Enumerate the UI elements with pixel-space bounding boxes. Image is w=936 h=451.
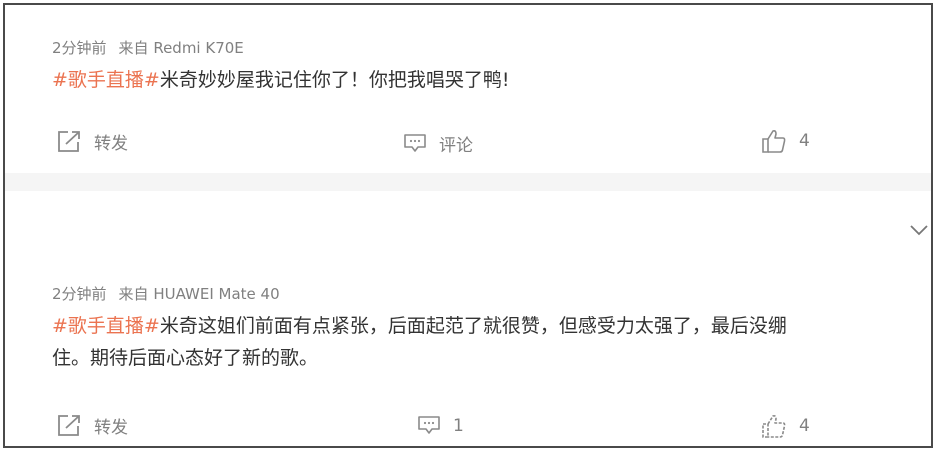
comment-card: 2分钟前 来自 HUAWEI Mate 40 #歌手直播#米奇这姐们前面有点紧张，… xyxy=(5,191,931,446)
comment-button[interactable]: 1 xyxy=(417,415,464,436)
forward-icon xyxy=(58,415,80,436)
comment-text: #歌手直播#米奇妙妙屋我记住你了！你把我唱哭了鸭! xyxy=(52,64,509,96)
comment-meta: 2分钟前 来自 HUAWEI Mate 40 xyxy=(52,283,280,304)
comment-icon xyxy=(404,134,426,152)
comment-body: 米奇妙妙屋我记住你了！你把我唱哭了鸭! xyxy=(159,69,510,91)
comment-time: 2分钟前 xyxy=(52,285,107,303)
comment-count: 1 xyxy=(453,415,464,436)
forward-icon xyxy=(58,131,80,152)
forward-button[interactable]: 转发 xyxy=(57,129,128,154)
like-button[interactable]: 4 xyxy=(761,413,810,439)
comment-source: 来自 Redmi K70E xyxy=(118,39,244,57)
comment-icon xyxy=(418,416,440,434)
comment-source: 来自 HUAWEI Mate 40 xyxy=(118,285,280,303)
hashtag-link[interactable]: #歌手直播# xyxy=(52,69,160,91)
comment-body-line1: 米奇这姐们前面有点紧张，后面起范了就很赞，但感受力太强了，最后没绷 xyxy=(159,315,787,337)
comment-button[interactable]: 评论 xyxy=(403,131,473,156)
chevron-down-icon xyxy=(910,225,928,236)
comment-meta: 2分钟前 来自 Redmi K70E xyxy=(52,37,244,58)
comment-time: 2分钟前 xyxy=(52,39,107,57)
like-count: 4 xyxy=(799,416,810,436)
like-icon xyxy=(762,415,786,438)
comment-text: #歌手直播#米奇这姐们前面有点紧张，后面起范了就很赞，但感受力太强了，最后没绷 … xyxy=(52,310,787,374)
like-button[interactable]: 4 xyxy=(761,128,810,154)
forward-button[interactable]: 转发 xyxy=(57,413,128,438)
expand-button[interactable] xyxy=(909,221,929,240)
like-count: 4 xyxy=(799,131,810,151)
comment-label: 评论 xyxy=(439,136,473,156)
comment-card: 2分钟前 来自 Redmi K70E #歌手直播#米奇妙妙屋我记住你了！你把我唱哭… xyxy=(5,5,931,173)
feed-container: 2分钟前 来自 Redmi K70E #歌手直播#米奇妙妙屋我记住你了！你把我唱哭… xyxy=(3,3,933,448)
like-icon xyxy=(762,130,786,153)
comment-separator xyxy=(5,173,931,191)
forward-label: 转发 xyxy=(94,134,128,154)
hashtag-link[interactable]: #歌手直播# xyxy=(52,315,160,337)
comment-body-line2: 住。期待后面心态好了新的歌。 xyxy=(52,347,319,369)
forward-label: 转发 xyxy=(94,418,128,438)
